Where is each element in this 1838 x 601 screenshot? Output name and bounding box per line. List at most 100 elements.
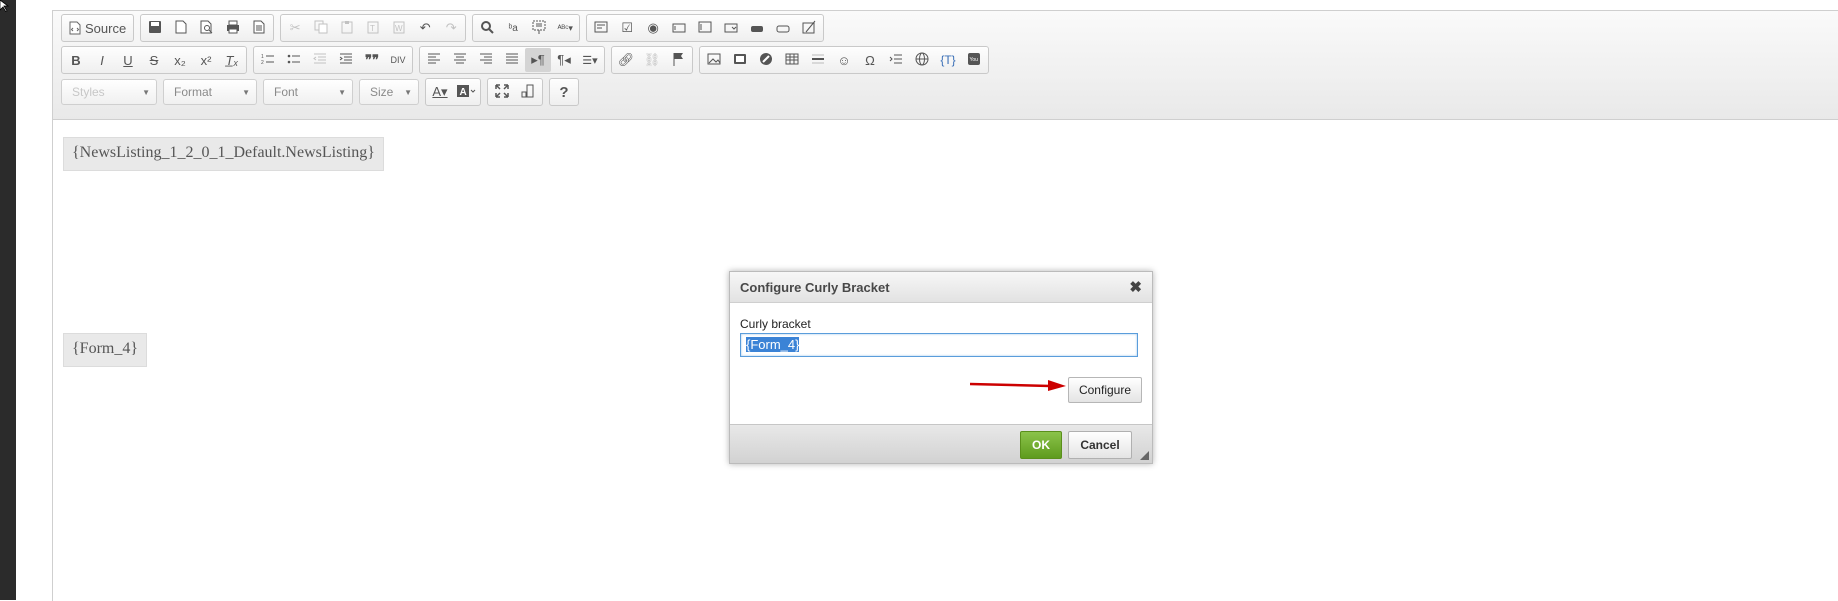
rtl-button[interactable]: ¶◂ <box>551 48 577 72</box>
table-button[interactable] <box>779 48 805 72</box>
checkbox-button[interactable]: ☑ <box>614 16 640 40</box>
hidden-field-button[interactable] <box>796 16 822 40</box>
button-button[interactable] <box>744 16 770 40</box>
language-button[interactable]: ☰▾ <box>577 48 603 72</box>
maximize-button[interactable] <box>489 80 515 104</box>
smiley-button[interactable]: ☺ <box>831 48 857 72</box>
align-left-button[interactable] <box>421 48 447 72</box>
curly-bracket-input-value: {Form_4} <box>746 337 800 352</box>
italic-icon: I <box>100 52 104 68</box>
blockquote-button[interactable]: ❞❞ <box>359 48 385 72</box>
save-button[interactable] <box>142 16 168 40</box>
alignment-group: ▸¶ ¶◂ ☰▾ <box>419 46 605 74</box>
radio-button[interactable]: ◉ <box>640 16 666 40</box>
configure-button[interactable]: Configure <box>1067 377 1142 403</box>
curly-bracket-button[interactable]: {T} <box>935 48 961 72</box>
horizontal-rule-icon <box>811 53 825 68</box>
save-icon <box>148 20 162 37</box>
size-dropdown[interactable]: Size ▼ <box>359 79 419 105</box>
resize-handle-icon[interactable] <box>1140 451 1149 460</box>
create-div-button[interactable]: DIV <box>385 48 411 72</box>
help-button[interactable]: ? <box>551 80 577 104</box>
page-break-icon <box>889 53 903 68</box>
globe-icon <box>915 52 929 69</box>
curly-bracket-input[interactable]: {Form_4} <box>740 333 1138 357</box>
window-edge <box>0 0 16 600</box>
cut-button[interactable]: ✂ <box>282 16 308 40</box>
paste-icon <box>340 20 354 37</box>
form-button[interactable] <box>588 16 614 40</box>
subscript-button[interactable]: x₂ <box>167 48 193 72</box>
copy-button[interactable] <box>308 16 334 40</box>
page-break-button[interactable] <box>883 48 909 72</box>
embed-button[interactable] <box>753 48 779 72</box>
anchor-button[interactable] <box>665 48 691 72</box>
language-icon: ☰▾ <box>582 54 598 67</box>
print-button[interactable] <box>220 16 246 40</box>
flash-button[interactable] <box>727 48 753 72</box>
paste-word-button[interactable]: W <box>386 16 412 40</box>
show-blocks-button[interactable] <box>515 80 541 104</box>
curly-placeholder-newslisting[interactable]: {NewsListing_1_2_0_1_Default.NewsListing… <box>63 137 384 171</box>
preview-button[interactable] <box>194 16 220 40</box>
indent-button[interactable] <box>333 48 359 72</box>
templates-button[interactable] <box>246 16 272 40</box>
youtube-button[interactable]: You <box>961 48 987 72</box>
undo-button[interactable]: ↶ <box>412 16 438 40</box>
align-right-button[interactable] <box>473 48 499 72</box>
new-page-button[interactable] <box>168 16 194 40</box>
cut-icon: ✂ <box>289 20 301 35</box>
numbered-list-button[interactable]: 12 <box>255 48 281 72</box>
paste-text-button[interactable]: T <box>360 16 386 40</box>
styles-dropdown-label: Styles <box>72 85 105 99</box>
search-icon <box>480 20 494 37</box>
superscript-button[interactable]: x² <box>193 48 219 72</box>
source-button[interactable]: Source <box>63 16 132 40</box>
bulleted-list-button[interactable] <box>281 48 307 72</box>
bg-color-button[interactable]: A <box>453 80 479 104</box>
blockquote-icon: ❞❞ <box>365 52 379 67</box>
embed-icon <box>759 52 773 69</box>
indent-icon <box>339 53 353 68</box>
bold-button[interactable]: B <box>63 48 89 72</box>
strike-button[interactable]: S <box>141 48 167 72</box>
ltr-button[interactable]: ▸¶ <box>525 48 551 72</box>
close-icon[interactable]: ✖ <box>1129 278 1142 296</box>
ok-button[interactable]: OK <box>1020 431 1062 459</box>
textfield-button[interactable] <box>666 16 692 40</box>
image-button-button[interactable] <box>770 16 796 40</box>
horizontal-rule-button[interactable] <box>805 48 831 72</box>
dialog-title-bar[interactable]: Configure Curly Bracket ✖ <box>730 272 1152 303</box>
outdent-button[interactable] <box>307 48 333 72</box>
cancel-button[interactable]: Cancel <box>1068 431 1132 459</box>
numbered-list-icon: 12 <box>261 53 275 68</box>
find-button[interactable] <box>474 16 500 40</box>
svg-text:2: 2 <box>261 60 264 65</box>
spellcheck-button[interactable]: ᴬᴮᶜ▾ <box>552 16 578 40</box>
text-color-button[interactable]: A▾ <box>427 80 453 104</box>
styles-dropdown[interactable]: Styles ▼ <box>61 79 157 105</box>
iframe-button[interactable] <box>909 48 935 72</box>
font-dropdown[interactable]: Font ▼ <box>263 79 353 105</box>
remove-format-button[interactable]: T̲ₓ <box>219 48 245 72</box>
curly-placeholder-form[interactable]: {Form_4} <box>63 333 148 367</box>
special-char-button[interactable]: Ω <box>857 48 883 72</box>
chevron-down-icon: ▼ <box>404 87 412 97</box>
underline-button[interactable]: U <box>115 48 141 72</box>
italic-button[interactable]: I <box>89 48 115 72</box>
redo-button[interactable]: ↷ <box>438 16 464 40</box>
link-button[interactable]: 🔗︎ <box>613 48 639 72</box>
image-button[interactable] <box>701 48 727 72</box>
align-center-button[interactable] <box>447 48 473 72</box>
replace-button[interactable]: ᵇa <box>500 16 526 40</box>
textarea-button[interactable] <box>692 16 718 40</box>
basic-styles-group: B I U S x₂ x² T̲ₓ <box>61 46 247 74</box>
svg-text:T: T <box>370 24 375 33</box>
justify-button[interactable] <box>499 48 525 72</box>
select-button[interactable] <box>718 16 744 40</box>
paste-button[interactable] <box>334 16 360 40</box>
select-all-icon <box>532 20 546 37</box>
unlink-button[interactable]: ⛓︎ <box>639 48 665 72</box>
select-all-button[interactable] <box>526 16 552 40</box>
format-dropdown[interactable]: Format ▼ <box>163 79 257 105</box>
